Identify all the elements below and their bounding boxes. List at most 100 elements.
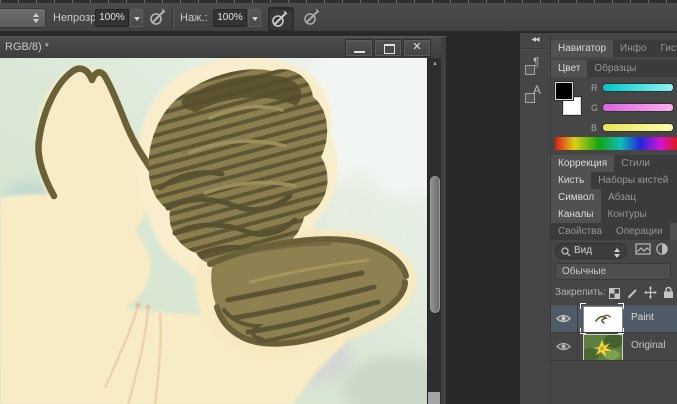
- tab-group-brush: Кисть Наборы кистей: [551, 172, 677, 189]
- tab-paragraph[interactable]: Абзац: [601, 189, 643, 206]
- search-icon: [561, 247, 571, 257]
- layer-name-original[interactable]: Original: [631, 340, 665, 351]
- paragraph-panel-button[interactable]: ¶: [523, 55, 547, 79]
- canvas-artwork: [0, 58, 427, 404]
- airbrush-icon: [302, 7, 322, 27]
- paint-thumbnail-image: [583, 306, 623, 333]
- flow-value-field[interactable]: 100%: [213, 9, 247, 27]
- flow-pressure-button[interactable]: [302, 7, 326, 29]
- original-thumbnail-image: [583, 334, 623, 361]
- chevron-down-icon: [252, 17, 258, 21]
- character-icon: A: [533, 83, 541, 97]
- layer-thumbnail-paint[interactable]: [583, 306, 621, 331]
- close-icon: ✕: [412, 41, 421, 53]
- tab-properties[interactable]: Свойства: [551, 223, 609, 240]
- spinner-arrows-icon: [33, 13, 39, 23]
- maximize-icon: [384, 44, 395, 54]
- collapsed-panel-strip: ◀◀ ¶ A: [520, 33, 551, 404]
- lock-transparency-icon[interactable]: [609, 288, 620, 299]
- tab-channels[interactable]: Каналы: [551, 206, 601, 223]
- airbrush-toggle-button[interactable]: [268, 7, 294, 31]
- foreground-color-swatch[interactable]: [555, 82, 573, 100]
- filter-kind-label: Вид: [574, 245, 592, 256]
- tab-brush[interactable]: Кисть: [551, 172, 591, 189]
- document-title: RGB/8) *: [5, 41, 49, 53]
- channel-r-label: R: [591, 83, 598, 93]
- tab-group-layers: Свойства Операции Сло: [551, 223, 677, 240]
- tab-group-channels: Каналы Контуры: [551, 206, 677, 223]
- minimize-button[interactable]: [345, 39, 373, 57]
- adjustment-filter-icon[interactable]: [655, 242, 669, 256]
- paragraph-icon: ¶: [533, 55, 539, 69]
- tab-navigator[interactable]: Навигатор: [551, 40, 613, 57]
- close-button[interactable]: ✕: [403, 39, 431, 57]
- tab-histogram[interactable]: Гистогр: [654, 40, 677, 57]
- divider: [522, 48, 548, 49]
- tab-group-color: Цвет Образцы: [551, 60, 677, 77]
- opacity-pressure-button[interactable]: [148, 7, 172, 29]
- channel-g-label: G: [591, 103, 598, 113]
- photoshop-window: Непрозр.: 100% Наж.: 100%: [0, 0, 677, 404]
- tab-layers[interactable]: Сло: [670, 223, 677, 240]
- panel-dock: ◀◀ ¶ A Навигатор Инфо Гистогр Цвет Образ…: [520, 33, 677, 404]
- visibility-cell[interactable]: [551, 333, 578, 360]
- options-bar: Непрозр.: 100% Наж.: 100%: [0, 3, 677, 32]
- tab-info[interactable]: Инфо: [613, 40, 654, 57]
- tab-paths[interactable]: Контуры: [601, 206, 654, 223]
- color-panel: R G B: [551, 77, 677, 155]
- red-slider[interactable]: [603, 84, 673, 91]
- opacity-dropdown-button[interactable]: [130, 9, 143, 27]
- chevron-down-icon: [134, 17, 140, 21]
- tool-preset-dropdown[interactable]: [0, 8, 46, 28]
- blend-mode-row: Обычные: [551, 261, 677, 282]
- opacity-value-field[interactable]: 100%: [95, 9, 129, 27]
- tab-swatches[interactable]: Образцы: [587, 60, 643, 77]
- document-titlebar[interactable]: RGB/8) * ✕: [0, 37, 446, 59]
- blue-slider[interactable]: [603, 124, 673, 131]
- blend-mode-value: Обычные: [562, 266, 606, 277]
- flow-label: Наж.:: [180, 12, 208, 24]
- visibility-cell[interactable]: [551, 305, 578, 332]
- layers-panel: Вид Обычные: [551, 240, 677, 404]
- lock-row: Закрепить:: [551, 284, 677, 304]
- blend-mode-dropdown[interactable]: Обычные: [555, 263, 671, 280]
- vertical-scrollbar[interactable]: ▲: [427, 58, 441, 404]
- character-panel-button[interactable]: A: [523, 83, 547, 107]
- selection-corner: [618, 303, 624, 309]
- maximize-button[interactable]: [374, 39, 402, 57]
- lock-pixels-brush-icon[interactable]: [627, 287, 639, 299]
- tab-group-adjustments: Коррекция Стили: [551, 155, 677, 172]
- layer-name-paint[interactable]: Paint: [631, 312, 654, 323]
- airbrush-icon: [270, 9, 290, 29]
- channel-b-label: B: [591, 123, 597, 133]
- tab-brush-presets[interactable]: Наборы кистей: [591, 172, 675, 189]
- selection-corner: [580, 303, 586, 309]
- tab-character[interactable]: Символ: [551, 189, 601, 206]
- toolbar-separator: [172, 7, 173, 29]
- layer-filter-dropdown[interactable]: Вид: [555, 243, 627, 259]
- tab-actions[interactable]: Операции: [609, 223, 670, 240]
- layer-thumbnail-original[interactable]: [583, 334, 621, 359]
- green-slider[interactable]: [603, 104, 673, 111]
- scrollbar-thumb[interactable]: [430, 176, 440, 313]
- lock-label: Закрепить:: [555, 287, 606, 298]
- tab-color[interactable]: Цвет: [551, 60, 587, 77]
- dock-main-column: Навигатор Инфо Гистогр Цвет Образцы R G …: [551, 33, 677, 404]
- document-window: RGB/8) * ✕: [0, 36, 446, 404]
- lock-position-icon[interactable]: [644, 286, 657, 299]
- color-spectrum-ramp[interactable]: [555, 137, 677, 150]
- scrollbar-corner: [428, 392, 440, 404]
- layer-row-original[interactable]: Original: [551, 333, 677, 361]
- tab-adjustments[interactable]: Коррекция: [551, 155, 614, 172]
- layer-row-paint[interactable]: Paint: [551, 305, 677, 333]
- scroll-up-icon[interactable]: ▲: [428, 59, 442, 69]
- minimize-icon: [354, 51, 365, 53]
- eye-icon: [556, 313, 571, 324]
- pixel-filter-icon[interactable]: [635, 242, 651, 256]
- lock-all-icon[interactable]: [663, 286, 674, 299]
- eye-icon: [556, 341, 571, 352]
- canvas-area[interactable]: [0, 58, 427, 404]
- tab-styles[interactable]: Стили: [614, 155, 657, 172]
- collapse-dock-button[interactable]: ◀◀: [520, 35, 550, 46]
- flow-dropdown-button[interactable]: [248, 9, 261, 27]
